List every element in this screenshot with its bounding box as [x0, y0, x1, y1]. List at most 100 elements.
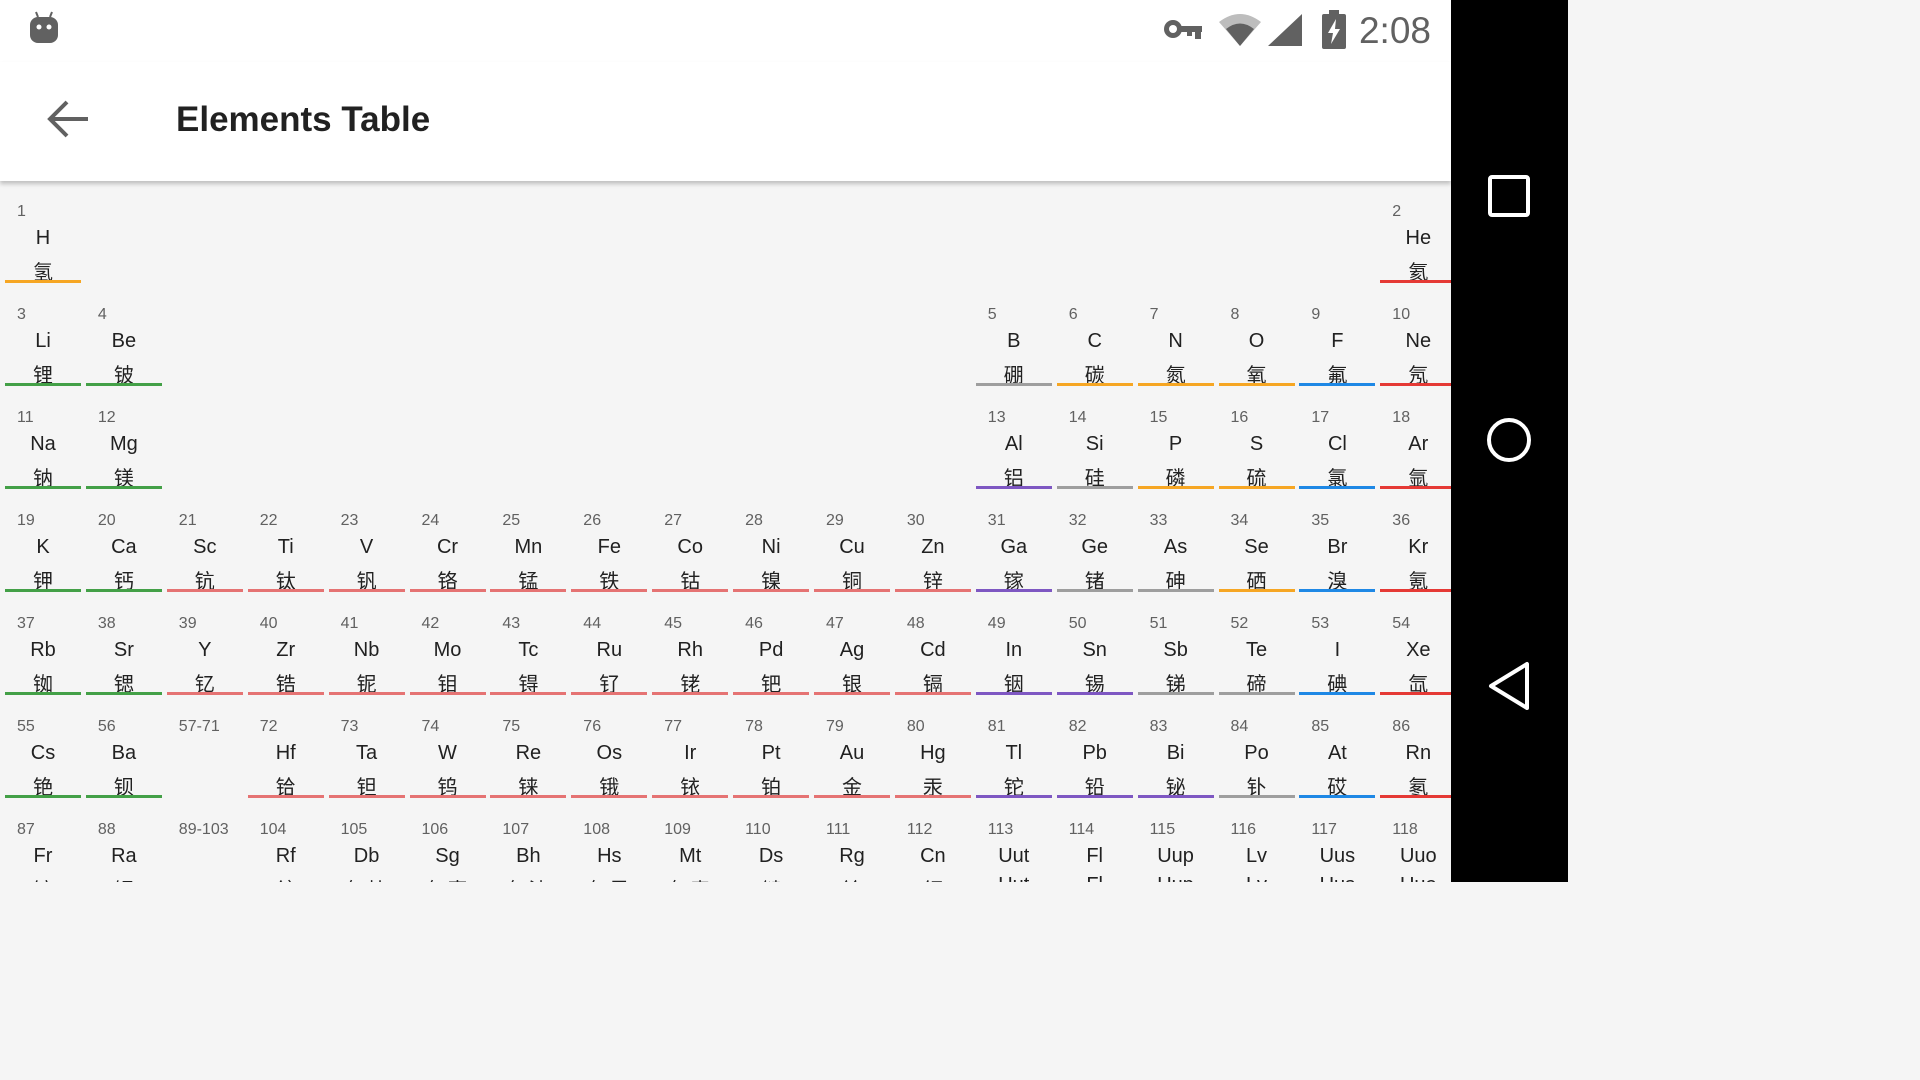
element-cell[interactable]: 50 Sn 锡 — [1056, 603, 1133, 696]
element-cell[interactable]: 28 Ni 镍 — [733, 500, 810, 593]
element-cell[interactable]: 15 P 磷 — [1137, 397, 1214, 490]
element-cell[interactable]: 12 Mg 镁 — [85, 397, 162, 490]
element-cell[interactable]: 21 Sc 钪 — [166, 500, 243, 593]
element-cell[interactable]: 45 Rh 铑 — [652, 603, 729, 696]
element-cell[interactable]: 105 Db (钅杜) — [329, 809, 405, 882]
element-cell[interactable]: 36 Kr 氪 — [1380, 500, 1451, 593]
category-bar — [1218, 692, 1295, 695]
element-cell[interactable]: 39 Y 钇 — [166, 603, 243, 696]
element-cell[interactable]: 74 W 钨 — [409, 706, 486, 799]
category-bar — [1380, 795, 1451, 798]
element-cell[interactable]: 16 S 硫 — [1218, 397, 1295, 490]
element-cell[interactable]: 108 Hs (钅黑) — [571, 809, 647, 882]
element-cell[interactable]: 41 Nb 铌 — [328, 603, 405, 696]
element-cell[interactable]: 9F氟 — [1299, 294, 1376, 387]
element-cell[interactable]: 32 Ge 锗 — [1056, 500, 1133, 593]
back-triangle-icon[interactable] — [1487, 660, 1531, 712]
element-cell[interactable]: 30 Zn 锌 — [894, 500, 971, 593]
element-cell[interactable]: 3 Li 锂 — [5, 294, 81, 387]
element-cell[interactable]: 34 Se 硒 — [1218, 500, 1295, 593]
element-cell[interactable]: 80 Hg 汞 — [894, 706, 971, 799]
element-cell[interactable]: 2 He 氦 — [1380, 191, 1451, 284]
element-cell[interactable]: 54 Xe 氙 — [1380, 603, 1451, 696]
element-cell[interactable]: 6C碳 — [1056, 294, 1133, 387]
element-cell[interactable]: 73 Ta 钽 — [328, 706, 405, 799]
element-cell[interactable]: 14 Si 硅 — [1056, 397, 1133, 490]
element-cell[interactable]: 10 Ne 氖 — [1380, 294, 1451, 387]
element-cell[interactable]: 44 Ru 钌 — [571, 603, 648, 696]
status-clock: 2:08 — [1358, 10, 1431, 51]
element-cell[interactable]: 18 Ar 氩 — [1380, 397, 1451, 490]
element-cell[interactable]: 31 Ga 镓 — [975, 500, 1052, 593]
element-cell[interactable]: 89-103 — [167, 809, 243, 882]
element-cell[interactable]: 78 Pt 铂 — [733, 706, 810, 799]
element-cell[interactable]: 85 At 砹 — [1299, 706, 1376, 799]
element-cell[interactable]: 82 Pb 铅 — [1056, 706, 1133, 799]
element-cell[interactable]: 51 Sb 锑 — [1137, 603, 1214, 696]
element-cell[interactable]: 84 Po 钋 — [1218, 706, 1295, 799]
element-cell[interactable]: 117 Uus Uus — [1299, 809, 1375, 882]
element-cell[interactable]: 20 Ca 钙 — [85, 500, 162, 593]
element-cell[interactable]: 4 Be 铍 — [85, 294, 162, 387]
element-cell[interactable]: 33 As 砷 — [1137, 500, 1214, 593]
element-cell[interactable]: 113 Uut Uut — [976, 809, 1052, 882]
element-cell[interactable]: 76 Os 锇 — [571, 706, 648, 799]
element-cell[interactable]: 115 Uup Uup — [1138, 809, 1214, 882]
element-cell[interactable]: 42 Mo 钼 — [409, 603, 486, 696]
element-cell[interactable]: 38 Sr 锶 — [85, 603, 162, 696]
element-cell[interactable]: 77 Ir 铱 — [652, 706, 729, 799]
element-cell[interactable]: 79 Au 金 — [814, 706, 890, 799]
element-cell[interactable]: 43 Tc 锝 — [490, 603, 567, 696]
home-circle-icon[interactable] — [1485, 416, 1533, 464]
element-cell[interactable]: 23 V 钒 — [328, 500, 405, 593]
recents-square-icon[interactable] — [1487, 174, 1531, 218]
back-arrow-icon[interactable] — [40, 92, 98, 150]
element-cell[interactable]: 35 Br 溴 — [1299, 500, 1376, 593]
element-cell[interactable]: 24 Cr 铬 — [409, 500, 486, 593]
element-cell[interactable]: 53 I 碘 — [1299, 603, 1376, 696]
element-cell[interactable]: 75 Re 铼 — [490, 706, 567, 799]
element-cell[interactable]: 88 Ra 镭 — [86, 809, 162, 882]
element-cell[interactable]: 17 Cl 氯 — [1299, 397, 1376, 490]
atomic-number: 32 — [1068, 512, 1087, 529]
element-cell[interactable]: 118 Uuo Uuo — [1380, 809, 1451, 882]
element-cell[interactable]: 107 Bh (钅波) — [490, 809, 566, 882]
element-cell[interactable]: 46 Pd 钯 — [733, 603, 810, 696]
atomic-number: 104 — [259, 821, 287, 838]
element-cell[interactable]: 19 K 钾 — [5, 500, 81, 593]
element-cell[interactable]: 1H氢 — [5, 191, 81, 284]
element-symbol: Pb — [1082, 742, 1107, 764]
element-cell[interactable]: 52 Te 碲 — [1218, 603, 1295, 696]
element-cell[interactable]: 111 Rg 錀 — [814, 809, 890, 882]
element-cell[interactable]: 81 Tl 铊 — [975, 706, 1052, 799]
element-cell[interactable]: 7N氮 — [1137, 294, 1214, 387]
element-cell[interactable]: 25 Mn 锰 — [490, 500, 567, 593]
element-cell[interactable]: 110 Ds 鐽 — [733, 809, 809, 882]
element-cell[interactable]: 106 Sg (钅喜) — [410, 809, 486, 882]
element-cell[interactable]: 37 Rb 铷 — [5, 603, 81, 696]
element-cell[interactable]: 72 Hf 铪 — [247, 706, 324, 799]
element-cell[interactable]: 13 Al 铝 — [975, 397, 1052, 490]
element-cell[interactable]: 47 Ag 银 — [814, 603, 890, 696]
element-cell[interactable]: 5B硼 — [975, 294, 1052, 387]
element-cell[interactable]: 109 Mt (钅麦) — [652, 809, 728, 882]
element-cell[interactable]: 29 Cu 铜 — [814, 500, 890, 593]
element-cell[interactable]: 8O氧 — [1218, 294, 1295, 387]
element-cell[interactable]: 56 Ba 钡 — [85, 706, 162, 799]
element-cell[interactable]: 114 Fl Fl — [1057, 809, 1133, 882]
element-cell[interactable]: 40 Zr 锆 — [247, 603, 324, 696]
element-cell[interactable]: 22 Ti 钛 — [247, 500, 324, 593]
element-cell[interactable]: 83 Bi 铋 — [1137, 706, 1214, 799]
element-cell[interactable]: 49 In 铟 — [975, 603, 1052, 696]
element-cell[interactable]: 48 Cd 镉 — [894, 603, 971, 696]
element-cell[interactable]: 112 Cn 鎶 — [895, 809, 971, 882]
element-cell[interactable]: 87 Fr 钫 — [5, 809, 81, 882]
element-cell[interactable]: 57-71 — [167, 706, 243, 798]
element-cell[interactable]: 55 Cs 铯 — [5, 706, 81, 799]
element-cell[interactable]: 116 Lv Lv — [1219, 809, 1295, 882]
element-cell[interactable]: 27 Co 钴 — [652, 500, 729, 593]
element-cell[interactable]: 86 Rn 氡 — [1380, 706, 1451, 799]
element-cell[interactable]: 104 Rf 鈩 — [248, 809, 324, 882]
element-cell[interactable]: 26 Fe 铁 — [571, 500, 648, 593]
element-cell[interactable]: 11 Na 钠 — [5, 397, 81, 490]
